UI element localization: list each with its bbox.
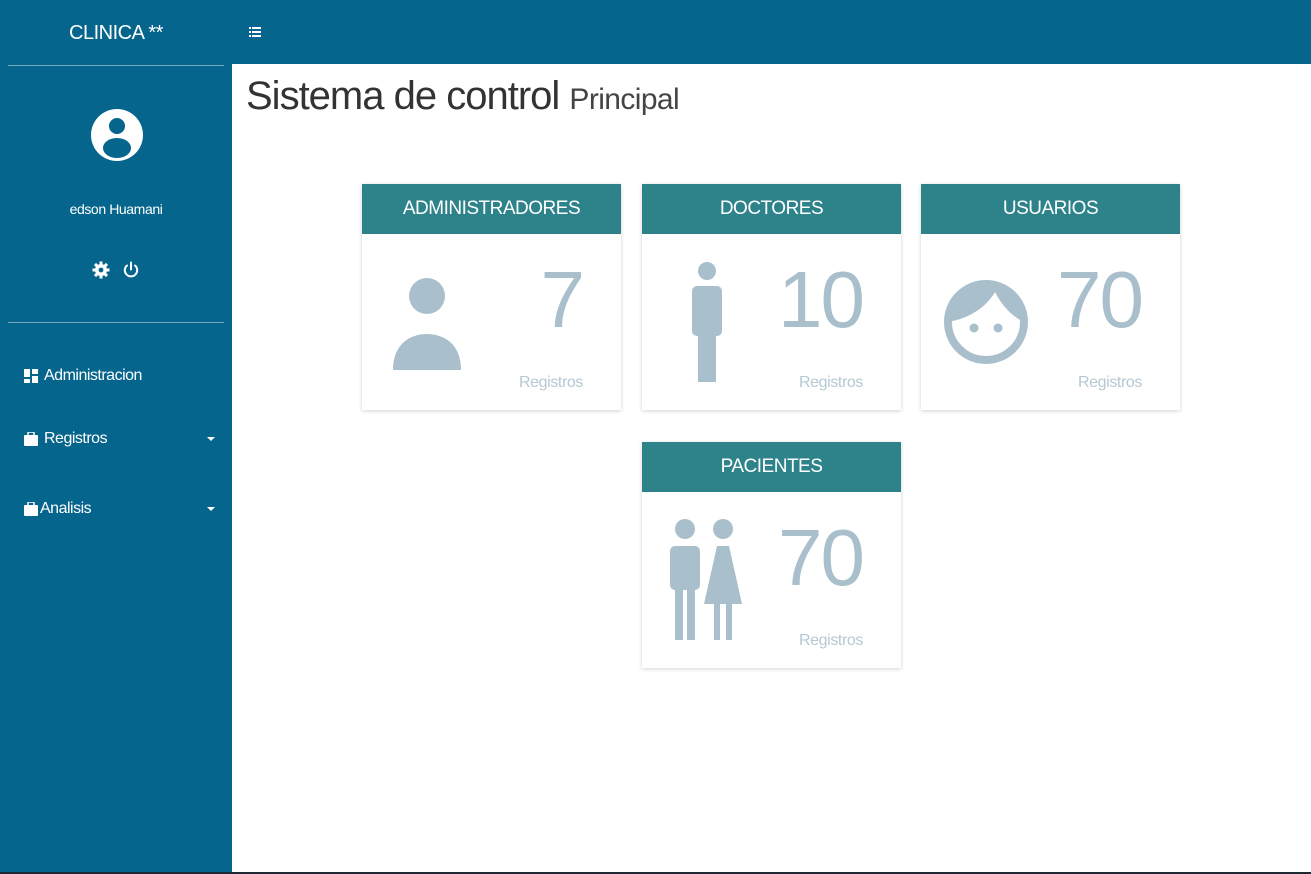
card-label: Registros	[799, 632, 863, 649]
card-title: PACIENTES	[642, 442, 901, 492]
standing-person-icon	[690, 260, 724, 389]
face-icon	[943, 260, 1029, 389]
card-count: 10	[778, 255, 865, 344]
page-subtitle: Principal	[569, 83, 680, 116]
card-title: ADMINISTRADORES	[362, 184, 621, 234]
brand-title[interactable]: CLINICA **	[0, 0, 232, 66]
power-icon[interactable]	[122, 261, 140, 279]
briefcase-icon	[24, 432, 38, 446]
chevron-down-icon[interactable]	[206, 505, 216, 513]
nav-item-administracion[interactable]: Administracion	[24, 362, 216, 390]
user-name: edson Huamani	[69, 201, 163, 217]
page-title: Sistema de control Principal	[246, 74, 680, 119]
card-title: USUARIOS	[921, 184, 1180, 234]
brand-divider	[8, 65, 224, 66]
card-count: 7	[540, 255, 585, 344]
nav-item-label: Administracion	[44, 367, 142, 384]
user-actions	[0, 258, 232, 282]
sidebar: CLINICA ** edson Huamani Administracion …	[0, 0, 232, 874]
card-label: Registros	[1078, 374, 1142, 391]
person-icon	[392, 272, 462, 377]
nav-item-analisis[interactable]: Analisis	[24, 495, 216, 523]
man-woman-icon	[668, 516, 744, 647]
briefcase-icon	[24, 502, 38, 516]
chevron-down-icon[interactable]	[206, 435, 216, 443]
settings-gear-icon[interactable]	[92, 261, 110, 279]
card-label: Registros	[519, 374, 583, 391]
card-count: 70	[778, 513, 865, 602]
user-avatar-icon	[90, 96, 144, 174]
top-navbar	[232, 0, 1311, 64]
stat-card-usuarios[interactable]: USUARIOS 70 Registros	[921, 184, 1180, 410]
list-menu-icon[interactable]	[247, 24, 263, 40]
nav-item-label: Analisis	[40, 500, 92, 517]
card-label: Registros	[799, 374, 863, 391]
page-title-main: Sistema de control	[246, 74, 560, 118]
stat-card-pacientes[interactable]: PACIENTES 70 Registros	[642, 442, 901, 668]
card-title: DOCTORES	[642, 184, 901, 234]
stat-card-doctores[interactable]: DOCTORES 10 Registros	[642, 184, 901, 410]
card-count: 70	[1057, 255, 1144, 344]
dashboard-icon	[24, 369, 38, 383]
nav-item-label: Registros	[44, 430, 108, 447]
nav-item-registros[interactable]: Registros	[24, 425, 216, 453]
stat-card-administradores[interactable]: ADMINISTRADORES 7 Registros	[362, 184, 621, 410]
profile-divider	[8, 322, 224, 323]
